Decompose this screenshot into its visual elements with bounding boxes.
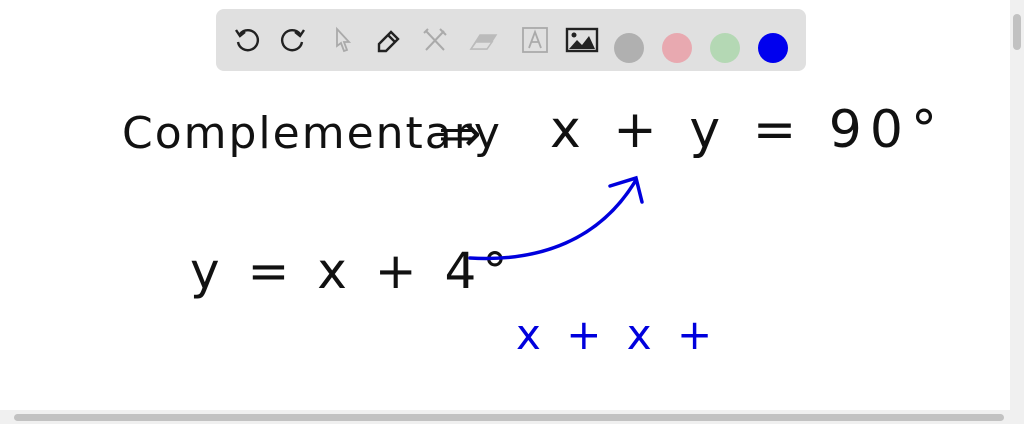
horizontal-scroll-thumb[interactable] bbox=[14, 414, 1004, 421]
image-icon bbox=[565, 27, 599, 53]
redo-button[interactable] bbox=[276, 23, 310, 57]
handwriting-equation-sum: x + y = 90° bbox=[550, 100, 945, 160]
handwriting-implies-arrow: ⇒ bbox=[438, 104, 484, 164]
redo-icon bbox=[281, 29, 305, 52]
eraser-button[interactable] bbox=[466, 23, 500, 57]
tools-icon bbox=[423, 28, 447, 51]
tools-button[interactable] bbox=[418, 23, 452, 57]
horizontal-scrollbar[interactable] bbox=[0, 410, 1024, 424]
color-blue-swatch[interactable] bbox=[758, 33, 788, 63]
select-button[interactable] bbox=[326, 23, 360, 57]
vertical-scroll-thumb[interactable] bbox=[1013, 14, 1021, 50]
text-icon bbox=[522, 27, 548, 53]
pen-button[interactable] bbox=[372, 23, 406, 57]
drawing-toolbar bbox=[216, 9, 806, 71]
undo-button[interactable] bbox=[230, 23, 264, 57]
select-icon bbox=[336, 26, 352, 53]
image-button[interactable] bbox=[565, 23, 599, 57]
color-pink-swatch[interactable] bbox=[662, 33, 692, 63]
blue-curved-arrow bbox=[468, 175, 644, 261]
pen-icon bbox=[377, 30, 400, 53]
handwriting-blue-expression: x + x + bbox=[516, 310, 719, 359]
eraser-icon bbox=[469, 34, 498, 50]
text-button[interactable] bbox=[518, 23, 552, 57]
vertical-scrollbar[interactable] bbox=[1010, 0, 1024, 410]
undo-icon bbox=[235, 29, 259, 52]
color-gray-swatch[interactable] bbox=[614, 33, 644, 63]
color-green-swatch[interactable] bbox=[710, 33, 740, 63]
